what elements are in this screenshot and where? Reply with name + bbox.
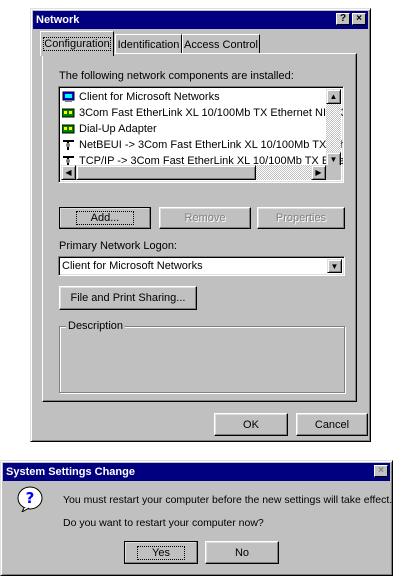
network-adapter-icon bbox=[61, 123, 76, 135]
vertical-scrollbar[interactable]: ▲ ▼ bbox=[326, 89, 341, 167]
file-print-sharing-button[interactable]: File and Print Sharing... bbox=[59, 286, 197, 310]
horizontal-scrollbar[interactable]: ◀ ▶ bbox=[61, 165, 326, 180]
file-print-sharing-label: File and Print Sharing... bbox=[70, 292, 186, 304]
tab-label: Identification bbox=[117, 38, 180, 51]
remove-button-label: Remove bbox=[184, 212, 226, 224]
scroll-up-button[interactable]: ▲ bbox=[326, 89, 341, 104]
components-list[interactable]: Client for Microsoft Networks 3Com Fast … bbox=[58, 86, 344, 183]
description-group bbox=[59, 326, 345, 393]
tab-label: Access Control bbox=[184, 38, 258, 51]
restart-title: System Settings Change bbox=[6, 466, 135, 478]
component-label: 3Com Fast EtherLink XL 10/100Mb TX Ether… bbox=[79, 107, 344, 119]
remove-button[interactable]: Remove bbox=[159, 207, 251, 229]
restart-message-1: You must restart your computer before th… bbox=[63, 494, 393, 506]
question-icon: ? bbox=[17, 486, 43, 514]
scroll-right-button[interactable]: ▶ bbox=[311, 165, 326, 180]
svg-text:?: ? bbox=[26, 489, 35, 507]
tab-access-control[interactable]: Access Control bbox=[182, 34, 260, 54]
properties-button-label: Properties bbox=[275, 212, 327, 224]
network-adapter-icon bbox=[61, 107, 76, 119]
close-button[interactable]: × bbox=[352, 13, 366, 25]
no-button[interactable]: No bbox=[205, 541, 279, 564]
restart-message-2: Do you want to restart your computer now… bbox=[63, 517, 264, 529]
components-label: The following network components are ins… bbox=[59, 70, 294, 82]
close-button[interactable]: × bbox=[374, 465, 388, 477]
help-button[interactable]: ? bbox=[336, 13, 350, 25]
protocol-icon bbox=[62, 139, 76, 151]
component-label: NetBEUI -> 3Com Fast EtherLink XL 10/100… bbox=[79, 139, 344, 151]
tab-identification[interactable]: Identification bbox=[115, 34, 182, 54]
tab-label: Configuration bbox=[43, 37, 111, 51]
yes-button[interactable]: Yes bbox=[124, 541, 198, 564]
ok-button-label: OK bbox=[243, 418, 259, 431]
scrollbar-corner bbox=[326, 165, 341, 180]
no-button-label: No bbox=[234, 546, 250, 559]
properties-button[interactable]: Properties bbox=[257, 207, 345, 229]
list-item[interactable]: Dial-Up Adapter bbox=[61, 121, 157, 137]
scroll-left-button[interactable]: ◀ bbox=[61, 165, 76, 180]
primary-logon-select[interactable]: Client for Microsoft Networks ▼ bbox=[58, 256, 345, 276]
yes-button-label: Yes bbox=[137, 545, 185, 560]
primary-logon-value: Client for Microsoft Networks bbox=[62, 260, 203, 272]
scroll-thumb[interactable] bbox=[76, 165, 256, 180]
cancel-button-label: Cancel bbox=[314, 418, 350, 431]
list-item[interactable]: 3Com Fast EtherLink XL 10/100Mb TX Ether… bbox=[61, 105, 344, 121]
network-title: Network bbox=[36, 14, 80, 26]
add-button[interactable]: Add... bbox=[59, 207, 151, 229]
cancel-button[interactable]: Cancel bbox=[296, 413, 368, 436]
chevron-down-icon[interactable]: ▼ bbox=[327, 259, 342, 273]
list-item[interactable]: Client for Microsoft Networks bbox=[62, 89, 220, 105]
primary-logon-label: Primary Network Logon: bbox=[59, 240, 177, 252]
description-label: Description bbox=[66, 320, 126, 332]
network-client-icon bbox=[62, 91, 76, 103]
component-label: Dial-Up Adapter bbox=[79, 123, 157, 135]
component-label: Client for Microsoft Networks bbox=[79, 91, 220, 103]
list-item[interactable]: NetBEUI -> 3Com Fast EtherLink XL 10/100… bbox=[62, 137, 344, 153]
network-titlebar[interactable]: Network ? × bbox=[33, 11, 368, 29]
restart-titlebar[interactable]: System Settings Change × bbox=[3, 463, 390, 481]
tab-configuration[interactable]: Configuration bbox=[40, 31, 114, 56]
ok-button[interactable]: OK bbox=[214, 413, 288, 436]
add-button-label: Add... bbox=[75, 211, 135, 225]
